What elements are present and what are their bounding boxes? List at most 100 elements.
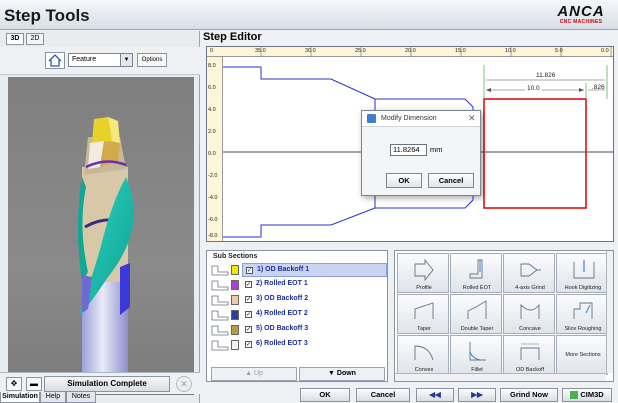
feature-button[interactable]: 4-axis Grind <box>503 253 555 293</box>
sub-sections-title: Sub Sections <box>213 253 258 260</box>
section-label-box[interactable]: ✓ 1) OD Backoff 1 <box>242 263 387 277</box>
feature-button[interactable]: Fillet <box>450 335 502 375</box>
section-label-box[interactable]: ✓ 6) Rolled EOT 3 <box>242 338 387 352</box>
home-icon <box>48 54 62 67</box>
hook-digitizing-icon <box>573 260 595 279</box>
feature-button[interactable]: OD Backoff <box>503 335 555 375</box>
stop-simulation-button[interactable]: ✕ <box>176 376 192 392</box>
measure-button[interactable]: ▬ <box>26 377 42 391</box>
sub-section-row[interactable]: ✓ 6) Rolled EOT 3 <box>209 338 387 352</box>
move-up-button[interactable]: ▲ Up <box>211 367 297 381</box>
section-color-swatch <box>231 265 239 275</box>
pan-view-button[interactable]: ✥ <box>6 377 22 391</box>
tab-help[interactable]: Help <box>40 392 66 403</box>
section-label-box[interactable]: ✓ 2) Rolled EOT 1 <box>242 278 387 292</box>
feature-button[interactable]: Convex <box>397 335 449 375</box>
logo-text: ANCA <box>557 3 605 20</box>
cancel-button[interactable]: Cancel <box>356 388 410 402</box>
view-mode-value: Feature <box>72 56 97 63</box>
feature-button[interactable]: Double Taper <box>450 294 502 334</box>
previous-button[interactable]: ◀◀ <box>416 388 454 402</box>
tool-3d-render <box>78 117 134 373</box>
vertical-scrollbar[interactable] <box>606 251 613 373</box>
fillet-icon <box>469 342 486 361</box>
section-enabled-checkbox[interactable]: ✓ <box>245 341 252 348</box>
sub-section-row[interactable]: ✓ 3) OD Backoff 2 <box>209 293 387 307</box>
feature-button[interactable]: Concave <box>503 294 555 334</box>
3d-viewport[interactable] <box>8 77 194 395</box>
feature-button[interactable]: Profile <box>397 253 449 293</box>
section-color-swatch <box>231 325 239 335</box>
profile-icon <box>414 258 434 282</box>
feature-label: Profile <box>416 285 432 291</box>
options-button[interactable]: Options <box>137 53 167 67</box>
app-title: Step Tools <box>4 6 90 25</box>
sub-section-row[interactable]: ✓ 4) Rolled EOT 2 <box>209 308 387 322</box>
section-label: 5) OD Backoff 3 <box>256 325 309 332</box>
move-up-label: Up <box>253 370 263 377</box>
section-type-icon <box>211 280 229 291</box>
dimension-label-side[interactable]: .826 <box>592 84 605 91</box>
dialog-title: Modify Dimension <box>381 115 437 122</box>
ok-button[interactable]: OK <box>300 388 350 402</box>
feature-button[interactable]: More Sections <box>556 335 608 375</box>
step-editor-title: Step Editor <box>203 31 262 43</box>
feature-label: Hook Digitizing <box>564 285 602 291</box>
section-label-box[interactable]: ✓ 3) OD Backoff 2 <box>242 293 387 307</box>
dimension-label-lower[interactable]: 10.0 <box>525 85 542 92</box>
feature-label: Rolled EOT <box>462 285 492 291</box>
sub-sections-panel: Sub Sections ✓ 1) OD Backoff 1 ✓ 2) Rolled … <box>206 250 388 382</box>
tab-simulation[interactable]: Simulation <box>0 392 40 403</box>
section-enabled-checkbox[interactable]: ✓ <box>245 296 252 303</box>
section-label: 1) OD Backoff 1 <box>257 266 310 273</box>
view-mode-select[interactable]: Feature ▼ <box>68 53 133 67</box>
modify-dimension-dialog: Modify Dimension ✕ 11.8264 mm OK Cancel <box>361 110 481 196</box>
anca-logo: ANCA CNC MACHINES <box>548 3 614 28</box>
move-down-label: Down <box>336 370 356 377</box>
tab-3d[interactable]: 3D <box>6 33 24 45</box>
sub-section-row[interactable]: ✓ 2) Rolled EOT 1 <box>209 278 387 292</box>
section-enabled-checkbox[interactable]: ✓ <box>245 281 252 288</box>
section-enabled-checkbox[interactable]: ✓ <box>246 267 253 274</box>
section-label: 2) Rolled EOT 1 <box>256 280 308 287</box>
section-type-icon <box>211 295 229 306</box>
feature-label: Taper <box>417 326 431 332</box>
cim3d-label: CIM3D <box>580 390 604 399</box>
dialog-cancel-button[interactable]: Cancel <box>428 173 474 188</box>
dialog-ok-button[interactable]: OK <box>386 173 422 188</box>
feature-label: More Sections <box>565 352 601 358</box>
section-label-box[interactable]: ✓ 4) Rolled EOT 2 <box>242 308 387 322</box>
feature-button[interactable]: Rolled EOT <box>450 253 502 293</box>
sub-section-row[interactable]: ✓ 5) OD Backoff 3 <box>209 323 387 337</box>
sub-section-row[interactable]: ✓ 1) OD Backoff 1 <box>209 263 387 277</box>
dialog-titlebar[interactable]: Modify Dimension ✕ <box>362 111 480 127</box>
feature-button[interactable]: Hook Digitizing <box>556 253 608 293</box>
slice-roughing-icon <box>573 302 593 319</box>
home-view-button[interactable] <box>45 52 65 69</box>
move-down-button[interactable]: ▼ Down <box>299 367 385 381</box>
tab-2d[interactable]: 2D <box>26 33 44 45</box>
cim3d-button[interactable]: CIM3D <box>562 388 612 402</box>
app-icon <box>367 114 376 123</box>
feature-button[interactable]: Taper <box>397 294 449 334</box>
section-type-icon <box>211 310 229 321</box>
dimension-label-upper[interactable]: 11.826 <box>536 72 555 79</box>
cim3d-icon <box>570 391 579 400</box>
tab-notes[interactable]: Notes <box>66 392 96 403</box>
next-button[interactable]: ▶▶ <box>458 388 496 402</box>
horizontal-scrollbar[interactable] <box>395 373 606 381</box>
section-label: 3) OD Backoff 2 <box>256 295 309 302</box>
simulation-controls: ✥ ▬ Simulation Complete ✕ <box>0 372 200 394</box>
close-icon[interactable]: ✕ <box>468 113 476 124</box>
dimension-unit: mm <box>430 145 443 154</box>
feature-label: Concave <box>519 326 541 332</box>
feature-button[interactable]: Slice Roughing <box>556 294 608 334</box>
section-label-box[interactable]: ✓ 5) OD Backoff 3 <box>242 323 387 337</box>
section-label: 6) Rolled EOT 3 <box>256 340 308 347</box>
dimension-value-input[interactable]: 11.8264 <box>390 144 427 156</box>
section-enabled-checkbox[interactable]: ✓ <box>245 311 252 318</box>
simulation-status-button[interactable]: Simulation Complete <box>44 376 170 392</box>
feature-label: 4-axis Grind <box>515 285 545 291</box>
section-enabled-checkbox[interactable]: ✓ <box>245 326 252 333</box>
grind-now-button[interactable]: Grind Now <box>500 388 558 402</box>
